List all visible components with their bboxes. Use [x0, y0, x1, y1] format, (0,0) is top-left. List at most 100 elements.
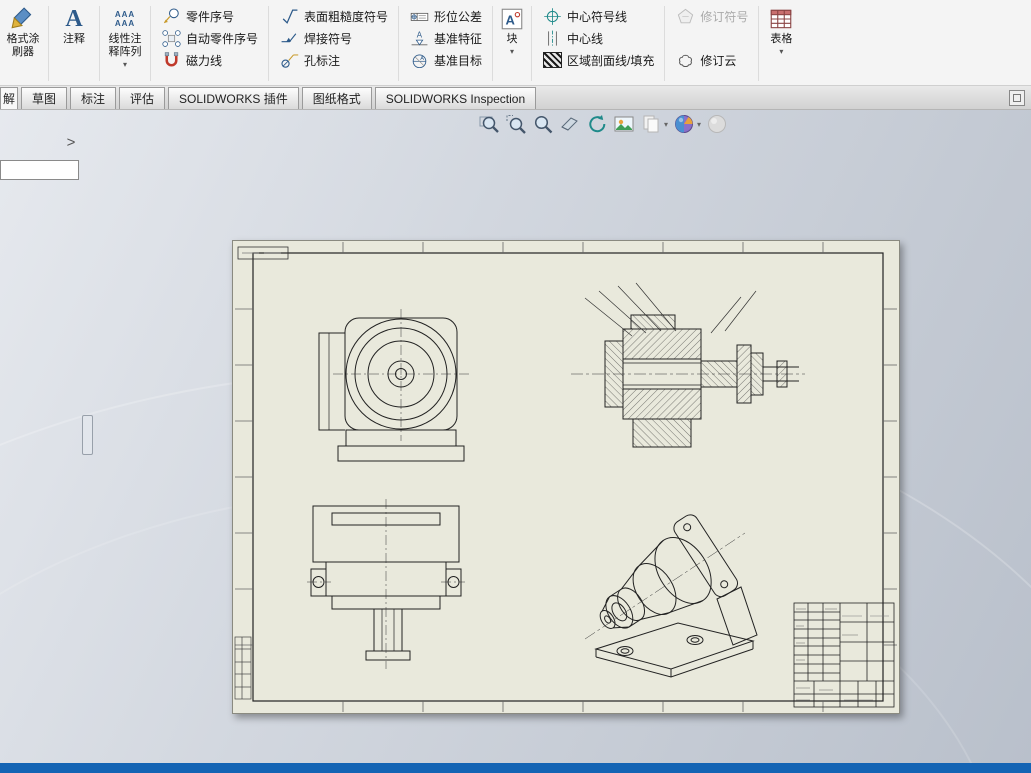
- auto-balloon-label: 自动零件序号: [186, 31, 259, 46]
- commandmanager-tab-row: 解 草图 标注 评估 SOLIDWORKS 插件 图纸格式 SOLIDWORKS…: [0, 86, 1031, 110]
- copy-appearance-dropdown[interactable]: ▾: [664, 120, 668, 129]
- ribbon-separator: [150, 6, 151, 81]
- block-button[interactable]: A 块 ▾: [495, 2, 529, 85]
- magnetic-line-label: 磁力线: [186, 53, 223, 68]
- ribbon-separator: [758, 6, 760, 81]
- left-panel-input[interactable]: [0, 160, 79, 180]
- area-hatch-button[interactable]: 区域剖面线/填充: [538, 49, 658, 71]
- auto-balloon-button[interactable]: 自动零件序号: [157, 27, 262, 49]
- ribbon-separator: [664, 6, 666, 81]
- magnetic-line-button[interactable]: 磁力线: [157, 49, 262, 71]
- linear-note-pattern-label-2: 释阵列: [108, 46, 142, 58]
- view-orientation-dropdown[interactable]: ▾: [697, 120, 701, 129]
- surface-finish-icon: [279, 6, 299, 26]
- zoom-in-out-icon[interactable]: [532, 113, 554, 135]
- tab-sheet-format[interactable]: 图纸格式: [301, 87, 372, 109]
- block-icon: A: [499, 5, 525, 33]
- weld-symbol-button[interactable]: 焊接符号: [275, 27, 392, 49]
- table-dropdown[interactable]: ▾: [779, 47, 783, 56]
- hole-callout-button[interactable]: 孔标注: [275, 49, 392, 71]
- format-painter-button[interactable]: 格式涂 刷器: [0, 2, 46, 85]
- balloon-icon: [161, 6, 181, 26]
- center-mark-button[interactable]: 中心符号线: [538, 5, 658, 27]
- ribbon-separator: [268, 6, 270, 81]
- datum-target-button[interactable]: A 基准目标: [405, 49, 486, 71]
- block-dropdown[interactable]: ▾: [510, 47, 514, 56]
- drawing-view-isometric[interactable]: [579, 512, 758, 678]
- geometric-tolerance-button[interactable]: 形位公差: [405, 5, 486, 27]
- drawing-sheet[interactable]: [232, 240, 900, 714]
- format-painter-icon: [10, 5, 36, 33]
- view-orientation-icon[interactable]: [673, 113, 695, 135]
- pane-toggle-icon[interactable]: [1009, 89, 1025, 106]
- balloon-button[interactable]: 零件序号: [157, 5, 262, 27]
- note-button[interactable]: A 注释: [51, 2, 97, 85]
- area-hatch-label: 区域剖面线/填充: [567, 53, 655, 68]
- table-label: 表格: [770, 33, 793, 45]
- ribbon-separator: [398, 6, 400, 81]
- tab-solidworks-addins[interactable]: SOLIDWORKS 插件: [168, 87, 299, 109]
- block-label: 块: [506, 33, 518, 45]
- title-block: [793, 602, 895, 708]
- format-painter-label-1: 格式涂: [6, 33, 40, 45]
- zoom-fit-icon[interactable]: [478, 113, 500, 135]
- datum-target-label: 基准目标: [434, 53, 483, 68]
- area-hatch-icon: [542, 50, 562, 70]
- ribbon-separator: [48, 6, 49, 81]
- drawing-view-front[interactable]: [318, 309, 469, 462]
- tab-annotate[interactable]: 标注: [70, 87, 117, 109]
- taskbar-strip: [0, 763, 1031, 773]
- drawing-view-bottom[interactable]: [307, 499, 465, 669]
- centerline-label: 中心线: [567, 31, 604, 46]
- linear-note-pattern-button[interactable]: AAA AAA 线性注 释阵列 ▾: [102, 2, 148, 85]
- linear-note-pattern-icon: AAA AAA: [114, 10, 136, 28]
- geometric-tolerance-label: 形位公差: [434, 9, 483, 24]
- revision-symbol-icon: [675, 6, 695, 26]
- table-icon: [768, 5, 794, 33]
- tab-solidworks-inspection[interactable]: SOLIDWORKS Inspection: [374, 87, 537, 109]
- revision-cloud-label: 修订云: [700, 53, 737, 68]
- panel-expand-chevron[interactable]: >: [62, 134, 80, 151]
- datum-feature-button[interactable]: A 基准特征: [405, 27, 486, 49]
- ribbon-spacer: [671, 27, 752, 49]
- annotation-ribbon: 格式涂 刷器 A 注释 AAA AAA 线性注 释阵列 ▾ 零件序号 自动零件序…: [0, 0, 1031, 86]
- format-painter-label-2: 刷器: [12, 46, 34, 58]
- centerline-icon: [542, 28, 562, 48]
- linear-note-pattern-dropdown[interactable]: ▾: [123, 60, 127, 69]
- drawing-view-section[interactable]: [571, 282, 805, 448]
- panel-flyout-handle[interactable]: [82, 415, 93, 455]
- center-mark-label: 中心符号线: [567, 9, 628, 24]
- section-view-icon[interactable]: [559, 113, 581, 135]
- ribbon-separator: [492, 6, 494, 81]
- tab-sketch[interactable]: 草图: [21, 87, 68, 109]
- surface-finish-button[interactable]: 表面粗糙度符号: [275, 5, 392, 27]
- weld-symbol-icon: [279, 28, 299, 48]
- revision-symbol-label: 修订符号: [700, 9, 749, 24]
- rotate-view-icon[interactable]: [586, 113, 608, 135]
- datum-feature-icon: A: [409, 28, 429, 48]
- revision-cloud-button[interactable]: 修订云: [671, 49, 752, 71]
- centerline-button[interactable]: 中心线: [538, 27, 658, 49]
- drawing-sheet-svg: [234, 242, 897, 712]
- zoom-to-area-icon[interactable]: [505, 113, 527, 135]
- svg-text:A: A: [416, 30, 422, 39]
- edit-appearance-icon[interactable]: [613, 113, 635, 135]
- graphics-area[interactable]: > ▾ ▾: [0, 110, 1031, 763]
- weld-symbol-label: 焊接符号: [304, 31, 353, 46]
- tab-evaluate[interactable]: 评估: [119, 87, 166, 109]
- ribbon-separator: [99, 6, 100, 81]
- ribbon-separator: [531, 6, 533, 81]
- hole-callout-label: 孔标注: [304, 53, 341, 68]
- balloon-label: 零件序号: [186, 9, 235, 24]
- revision-symbol-button: 修订符号: [671, 5, 752, 27]
- svg-text:A: A: [506, 12, 516, 27]
- auto-balloon-icon: [161, 28, 181, 48]
- note-icon: A: [65, 6, 83, 32]
- table-button[interactable]: 表格 ▾: [761, 2, 801, 85]
- linear-note-pattern-label-1: 线性注: [108, 33, 142, 45]
- magnetic-line-icon: [161, 50, 181, 70]
- geometric-tolerance-icon: [409, 6, 429, 26]
- tab-annotation-partial[interactable]: 解: [0, 87, 18, 109]
- revision-cloud-icon: [675, 50, 695, 70]
- heads-up-view-toolbar: ▾ ▾: [478, 113, 728, 135]
